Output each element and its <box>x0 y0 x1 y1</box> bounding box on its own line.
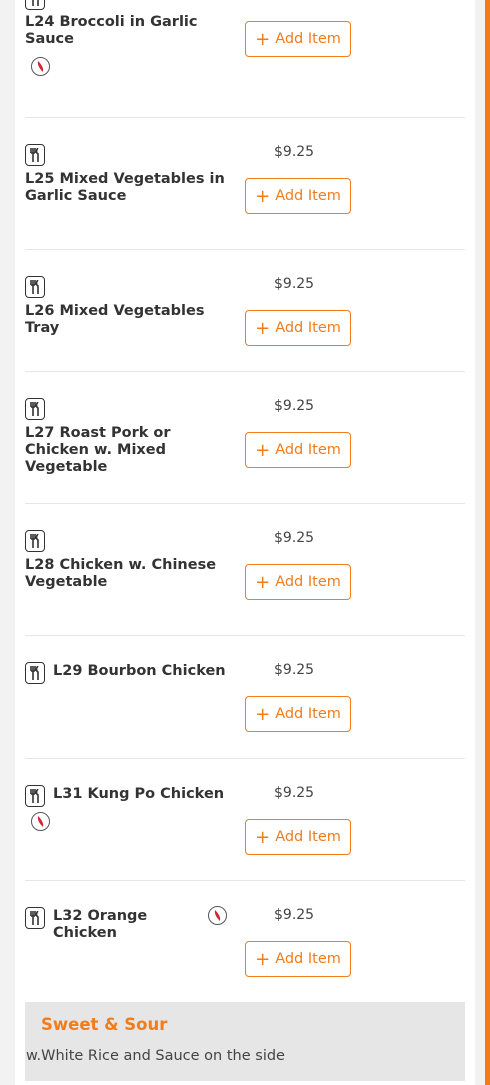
item-price: $9.25 <box>274 662 315 678</box>
item-name[interactable]: L24 Broccoli in Garlic Sauce <box>25 14 230 48</box>
utensils-icon <box>25 907 45 929</box>
item-price: $9.25 <box>274 398 315 414</box>
category-title: Sweet & Sour <box>41 1015 168 1034</box>
chili-pepper-icon <box>31 812 50 831</box>
add-item-button[interactable]: + Add Item <box>245 564 351 600</box>
item-price: $9.25 <box>274 530 315 546</box>
utensils-icon <box>25 0 45 10</box>
menu-item: L27 Roast Pork or Chicken w. Mixed Veget… <box>25 372 465 504</box>
plus-icon: + <box>255 704 271 725</box>
menu-item: L28 Chicken w. Chinese Vegetable $9.25 +… <box>25 504 465 636</box>
plus-icon: + <box>255 29 271 50</box>
item-name[interactable]: L26 Mixed Vegetables Tray <box>25 303 240 337</box>
menu-item: L29 Bourbon Chicken $9.25 + Add Item <box>25 636 465 759</box>
utensils-icon <box>25 276 45 298</box>
menu-item: L31 Kung Po Chicken $9.25 + Add Item <box>25 759 465 881</box>
add-item-button[interactable]: + Add Item <box>245 819 351 855</box>
chili-pepper-icon <box>208 906 227 925</box>
chili-pepper-icon <box>31 57 50 76</box>
plus-icon: + <box>255 440 271 461</box>
plus-icon: + <box>255 318 271 339</box>
add-item-button[interactable]: + Add Item <box>245 696 351 732</box>
utensils-icon <box>25 530 45 552</box>
item-name[interactable]: L32 Orange Chicken <box>53 908 213 942</box>
plus-icon: + <box>255 949 271 970</box>
utensils-icon <box>25 144 45 166</box>
add-item-button[interactable]: + Add Item <box>245 21 351 57</box>
menu-item: L24 Broccoli in Garlic Sauce + Add Item <box>25 0 465 118</box>
accent-bar <box>485 0 490 1085</box>
menu-item: L25 Mixed Vegetables in Garlic Sauce $9.… <box>25 118 465 250</box>
category-header: Sweet & Sour w.White Rice and Sauce on t… <box>25 1002 465 1081</box>
item-price: $9.25 <box>274 907 315 923</box>
add-item-button[interactable]: + Add Item <box>245 178 351 214</box>
utensils-icon <box>25 398 45 420</box>
item-name[interactable]: L29 Bourbon Chicken <box>53 663 238 680</box>
item-price: $9.25 <box>274 276 315 292</box>
menu-item: L26 Mixed Vegetables Tray $9.25 + Add Ite… <box>25 250 465 372</box>
item-price: $9.25 <box>274 785 315 801</box>
category-description: w.White Rice and Sauce on the side <box>26 1048 285 1064</box>
add-item-button[interactable]: + Add Item <box>245 941 351 977</box>
utensils-icon <box>25 785 45 807</box>
item-name[interactable]: L27 Roast Pork or Chicken w. Mixed Veget… <box>25 425 230 476</box>
plus-icon: + <box>255 572 271 593</box>
item-name[interactable]: L25 Mixed Vegetables in Garlic Sauce <box>25 171 230 205</box>
add-item-button[interactable]: + Add Item <box>245 432 351 468</box>
plus-icon: + <box>255 186 271 207</box>
item-name[interactable]: L31 Kung Po Chicken <box>53 786 238 803</box>
add-item-button[interactable]: + Add Item <box>245 310 351 346</box>
item-name[interactable]: L28 Chicken w. Chinese Vegetable <box>25 557 230 591</box>
plus-icon: + <box>255 827 271 848</box>
menu-item: L32 Orange Chicken $9.25 + Add Item <box>25 881 465 996</box>
utensils-icon <box>25 662 45 684</box>
item-price: $9.25 <box>274 144 315 160</box>
